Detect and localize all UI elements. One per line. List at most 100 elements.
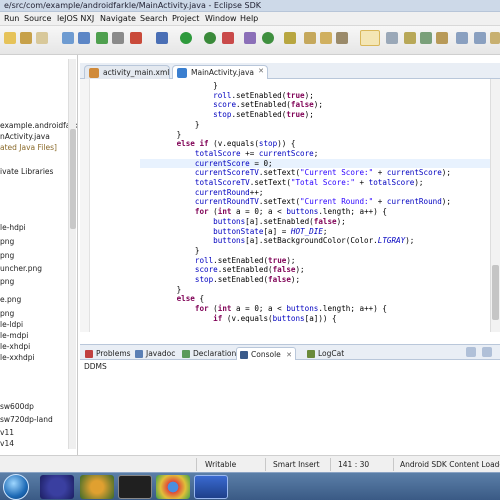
tab-declaration[interactable]: Declaration bbox=[179, 347, 239, 360]
menu-lejos-nxj[interactable]: leJOS NXJ bbox=[57, 14, 94, 23]
code-line[interactable]: roll.setEnabled(true); bbox=[140, 256, 490, 266]
annotation-icon[interactable] bbox=[320, 32, 332, 44]
code-line[interactable] bbox=[140, 324, 490, 333]
menu-source[interactable]: Source bbox=[24, 14, 51, 23]
forward-icon[interactable] bbox=[474, 32, 486, 44]
code-editor[interactable]: } roll.setEnabled(true); score.setEnable… bbox=[80, 79, 500, 332]
wmp-icon[interactable] bbox=[80, 475, 114, 499]
debug-icon[interactable] bbox=[156, 32, 168, 44]
java-perspective-button[interactable] bbox=[360, 30, 380, 46]
code-line[interactable]: } bbox=[140, 246, 490, 256]
tree-item[interactable]: v14 bbox=[0, 439, 14, 450]
code-line[interactable]: if (v.equals(buttons[a])) { bbox=[140, 314, 490, 324]
toolbar-menu-icon[interactable] bbox=[36, 32, 48, 44]
code-line[interactable]: for (int a = 0; a < buttons.length; a++)… bbox=[140, 304, 490, 314]
tree-item[interactable]: uncher.png bbox=[0, 264, 42, 275]
code-area[interactable]: } roll.setEnabled(true); score.setEnable… bbox=[140, 79, 490, 332]
code-line[interactable]: } bbox=[140, 130, 490, 140]
scrollbar-thumb[interactable] bbox=[492, 265, 499, 320]
menu-help[interactable]: Help bbox=[240, 14, 258, 23]
tree-item[interactable]: sw720dp-land bbox=[0, 415, 53, 426]
code-line[interactable]: currentScoreTV.setText("Current Score:" … bbox=[140, 168, 490, 178]
search-icon[interactable] bbox=[284, 32, 296, 44]
code-line[interactable]: else { bbox=[140, 294, 490, 304]
tree-item[interactable]: png bbox=[0, 309, 14, 320]
tree-item[interactable]: le-mdpi bbox=[0, 331, 28, 342]
profile-icon[interactable] bbox=[222, 32, 234, 44]
code-line[interactable]: roll.setEnabled(true); bbox=[140, 91, 490, 101]
tab-mainactivity-java[interactable]: MainActivity.java ✕ bbox=[172, 65, 268, 79]
tree-item[interactable]: example.androidfarkle bbox=[0, 121, 77, 132]
code-line[interactable]: score.setEnabled(false); bbox=[140, 100, 490, 110]
tree-item[interactable]: le-xxhdpi bbox=[0, 353, 35, 364]
tree-item[interactable]: le-ldpi bbox=[0, 320, 23, 331]
code-line[interactable]: currentRound++; bbox=[140, 188, 490, 198]
open-folder-icon[interactable] bbox=[4, 32, 16, 44]
toolbar-dropdown-icon[interactable] bbox=[112, 32, 124, 44]
display-console-icon[interactable] bbox=[466, 347, 476, 357]
code-line[interactable]: buttons[a].setBackgroundColor(Color.LTGR… bbox=[140, 236, 490, 246]
minimize-icon[interactable] bbox=[482, 347, 492, 357]
save-all-icon[interactable] bbox=[78, 32, 90, 44]
open-perspective-icon[interactable] bbox=[436, 32, 448, 44]
save-icon[interactable] bbox=[62, 32, 74, 44]
tree-item[interactable]: le-hdpi bbox=[0, 223, 26, 234]
start-orb-icon[interactable] bbox=[3, 474, 29, 500]
code-line[interactable]: buttons[a].setEnabled(false); bbox=[140, 217, 490, 227]
chrome-icon[interactable] bbox=[156, 475, 190, 499]
console-view[interactable]: DDMS bbox=[80, 360, 500, 455]
tree-item[interactable]: png bbox=[0, 237, 14, 248]
menu-window[interactable]: Window bbox=[205, 14, 237, 23]
new-package-icon[interactable] bbox=[262, 32, 274, 44]
tree-item[interactable]: le-xhdpi bbox=[0, 342, 30, 353]
close-icon[interactable]: ✕ bbox=[258, 67, 264, 75]
code-line[interactable]: totalScoreTV.setText("Total Score:" + to… bbox=[140, 178, 490, 188]
history-icon[interactable] bbox=[420, 32, 432, 44]
terminal-icon[interactable] bbox=[118, 475, 152, 499]
word-icon[interactable] bbox=[194, 475, 228, 499]
status-progress-text[interactable]: Android SDK Content Loader bbox=[400, 460, 500, 469]
tab-problems[interactable]: Problems bbox=[82, 347, 134, 360]
code-line[interactable]: else if (v.equals(stop)) { bbox=[140, 139, 490, 149]
menu-project[interactable]: Project bbox=[172, 14, 199, 23]
code-line[interactable]: currentRoundTV.setText("Current Round:" … bbox=[140, 197, 490, 207]
menu-navigate[interactable]: Navigate bbox=[100, 14, 136, 23]
code-line[interactable]: buttonState[a] = HOT_DIE; bbox=[140, 227, 490, 237]
explorer-scrollbar[interactable] bbox=[68, 59, 76, 449]
tree-item[interactable]: v11 bbox=[0, 428, 14, 439]
run-external-icon[interactable] bbox=[204, 32, 216, 44]
menu-search[interactable]: Search bbox=[140, 14, 167, 23]
back-icon[interactable] bbox=[456, 32, 468, 44]
tree-item[interactable]: e.png bbox=[0, 295, 21, 306]
device-icon[interactable] bbox=[130, 32, 142, 44]
arrow-back-icon[interactable] bbox=[386, 32, 398, 44]
code-line[interactable]: } bbox=[140, 120, 490, 130]
code-line[interactable]: totalScore += currentScore; bbox=[140, 149, 490, 159]
editor-scrollbar[interactable] bbox=[490, 79, 500, 332]
ddms-perspective-icon[interactable] bbox=[490, 32, 500, 44]
tree-item[interactable]: png bbox=[0, 277, 14, 288]
tree-item[interactable]: png bbox=[0, 251, 14, 262]
pencil-icon[interactable] bbox=[304, 32, 316, 44]
code-line[interactable]: for (int a = 0; a < buttons.length; a++)… bbox=[140, 207, 490, 217]
tab-activity-main-xml[interactable]: activity_main.xml bbox=[84, 65, 170, 79]
code-line[interactable]: score.setEnabled(false); bbox=[140, 265, 490, 275]
run-icon[interactable] bbox=[180, 32, 192, 44]
tree-item[interactable]: sw600dp bbox=[0, 402, 34, 413]
eclipse-icon[interactable] bbox=[40, 475, 74, 499]
code-line[interactable]: } bbox=[140, 285, 490, 295]
checklist-icon[interactable] bbox=[96, 32, 108, 44]
tab-console[interactable]: Console ✕ bbox=[236, 347, 297, 360]
tab-logcat[interactable]: LogCat bbox=[304, 347, 347, 360]
tree-item[interactable]: ivate Libraries bbox=[0, 167, 53, 178]
new-class-icon[interactable] bbox=[244, 32, 256, 44]
menu-run[interactable]: Run bbox=[4, 14, 19, 23]
code-line[interactable]: stop.setEnabled(true); bbox=[140, 110, 490, 120]
scrollbar-thumb[interactable] bbox=[70, 129, 76, 229]
mark-icon[interactable] bbox=[336, 32, 348, 44]
code-line[interactable]: currentScore = 0; bbox=[140, 158, 490, 169]
code-line[interactable]: stop.setEnabled(false); bbox=[140, 275, 490, 285]
code-line[interactable]: } bbox=[140, 81, 490, 91]
tree-item[interactable]: ated Java Files] bbox=[0, 143, 57, 154]
close-icon[interactable]: ✕ bbox=[286, 351, 292, 359]
